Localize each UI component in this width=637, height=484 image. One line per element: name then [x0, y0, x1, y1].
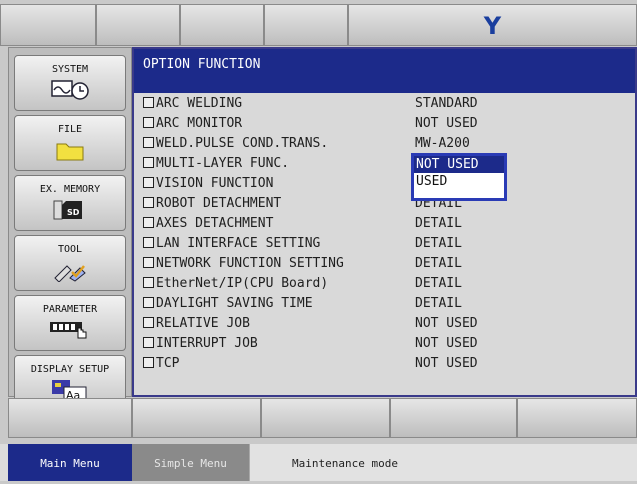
sidebar-item-system[interactable]: SYSTEM [14, 55, 126, 111]
header-slot-3 [180, 4, 264, 46]
option-value[interactable]: DETAIL [415, 254, 462, 274]
sidebar-item-label: TOOL [57, 244, 83, 255]
option-row[interactable]: ARC MONITOR [143, 114, 242, 134]
brand-logo: Y [348, 4, 637, 46]
checkbox[interactable] [143, 297, 154, 308]
status-area: Maintenance mode [249, 444, 637, 481]
panel-title: OPTION FUNCTION [134, 49, 635, 93]
option-name: TCP [156, 356, 180, 371]
option-row[interactable]: DAYLIGHT SAVING TIME [143, 294, 313, 314]
function-key-2[interactable] [132, 398, 261, 438]
option-value[interactable]: NOT USED [415, 114, 478, 134]
sidebar-item-label: SYSTEM [51, 64, 89, 75]
checkbox[interactable] [143, 197, 154, 208]
option-name: RELATIVE JOB [156, 316, 250, 331]
option-row[interactable]: INTERRUPT JOB [143, 334, 258, 354]
option-row[interactable]: TCP [143, 354, 179, 374]
option-row[interactable]: MULTI-LAYER FUNC. [143, 154, 289, 174]
tool-icon [54, 265, 86, 282]
option-row[interactable]: LAN INTERFACE SETTING [143, 234, 320, 254]
option-name: AXES DETACHMENT [156, 216, 274, 231]
checkbox[interactable] [143, 317, 154, 328]
option-name: ARC MONITOR [156, 116, 243, 131]
option-name: MULTI-LAYER FUNC. [156, 156, 290, 171]
option-name: WELD.PULSE COND.TRANS. [156, 136, 329, 151]
checkbox[interactable] [143, 357, 154, 368]
header-slot-4 [264, 4, 348, 46]
checkbox[interactable] [143, 257, 154, 268]
option-value[interactable]: DETAIL [415, 294, 462, 314]
option-name: EtherNet/IP(CPU Board) [156, 276, 329, 291]
main-menu-button[interactable]: Main Menu [8, 444, 132, 481]
checkbox[interactable] [143, 177, 154, 188]
option-row[interactable]: EtherNet/IP(CPU Board) [143, 274, 328, 294]
option-row[interactable]: RELATIVE JOB [143, 314, 250, 334]
checkbox[interactable] [143, 277, 154, 288]
option-name: LAN INTERFACE SETTING [156, 236, 321, 251]
dropdown-option-not-used[interactable]: NOT USED [414, 156, 504, 173]
folder-icon [56, 143, 84, 161]
function-key-4[interactable] [390, 398, 517, 438]
option-value[interactable]: NOT USED [415, 334, 478, 354]
option-name: INTERRUPT JOB [156, 336, 258, 351]
option-name: ARC WELDING [156, 96, 243, 111]
sidebar-item-label: FILE [57, 124, 83, 135]
option-value[interactable]: NOT USED [415, 314, 478, 334]
option-name: VISION FUNCTION [156, 176, 274, 191]
option-value[interactable]: DETAIL [415, 274, 462, 294]
option-name: DAYLIGHT SAVING TIME [156, 296, 313, 311]
parameter-icon [50, 322, 87, 339]
status-text: Maintenance mode [292, 457, 398, 470]
option-value[interactable]: MW-A200 [415, 134, 470, 154]
sidebar-item-tool[interactable]: TOOL [14, 235, 126, 291]
header-slot-1 [0, 4, 96, 46]
option-row[interactable]: AXES DETACHMENT [143, 214, 273, 234]
option-name: NETWORK FUNCTION SETTING [156, 256, 344, 271]
option-value[interactable]: STANDARD [415, 94, 478, 114]
checkbox[interactable] [143, 137, 154, 148]
option-name: ROBOT DETACHMENT [156, 196, 282, 211]
option-value[interactable]: NOT USED [415, 354, 478, 374]
function-key-5[interactable] [517, 398, 637, 438]
sd-card-icon: SD [53, 200, 82, 220]
function-key-3[interactable] [261, 398, 390, 438]
checkbox[interactable] [143, 157, 154, 168]
option-value[interactable]: DETAIL [415, 214, 462, 234]
option-row[interactable]: ROBOT DETACHMENT [143, 194, 281, 214]
sidebar-item-label: DISPLAY SETUP [30, 364, 110, 375]
value-dropdown[interactable]: NOT USED USED [411, 153, 507, 201]
header-slot-2 [96, 4, 180, 46]
checkbox[interactable] [143, 117, 154, 128]
system-icon [51, 80, 89, 100]
checkbox[interactable] [143, 217, 154, 228]
option-row[interactable]: WELD.PULSE COND.TRANS. [143, 134, 328, 154]
sidebar-item-ex-memory[interactable]: EX. MEMORY SD [14, 175, 126, 231]
function-key-1[interactable] [8, 398, 132, 438]
dropdown-option-used[interactable]: USED [414, 173, 504, 190]
svg-text:SD: SD [67, 208, 80, 217]
checkbox[interactable] [143, 237, 154, 248]
option-value[interactable]: DETAIL [415, 234, 462, 254]
simple-menu-button[interactable]: Simple Menu [132, 444, 249, 481]
option-function-panel: OPTION FUNCTION ARC WELDING STANDARD ARC… [132, 47, 637, 397]
sidebar-item-file[interactable]: FILE [14, 115, 126, 171]
option-row[interactable]: NETWORK FUNCTION SETTING [143, 254, 344, 274]
sidebar-item-parameter[interactable]: PARAMETER [14, 295, 126, 351]
checkbox[interactable] [143, 97, 154, 108]
option-row[interactable]: VISION FUNCTION [143, 174, 273, 194]
sidebar-item-label: EX. MEMORY [39, 184, 101, 195]
checkbox[interactable] [143, 337, 154, 348]
option-row[interactable]: ARC WELDING [143, 94, 242, 114]
sidebar-item-label: PARAMETER [42, 304, 98, 315]
